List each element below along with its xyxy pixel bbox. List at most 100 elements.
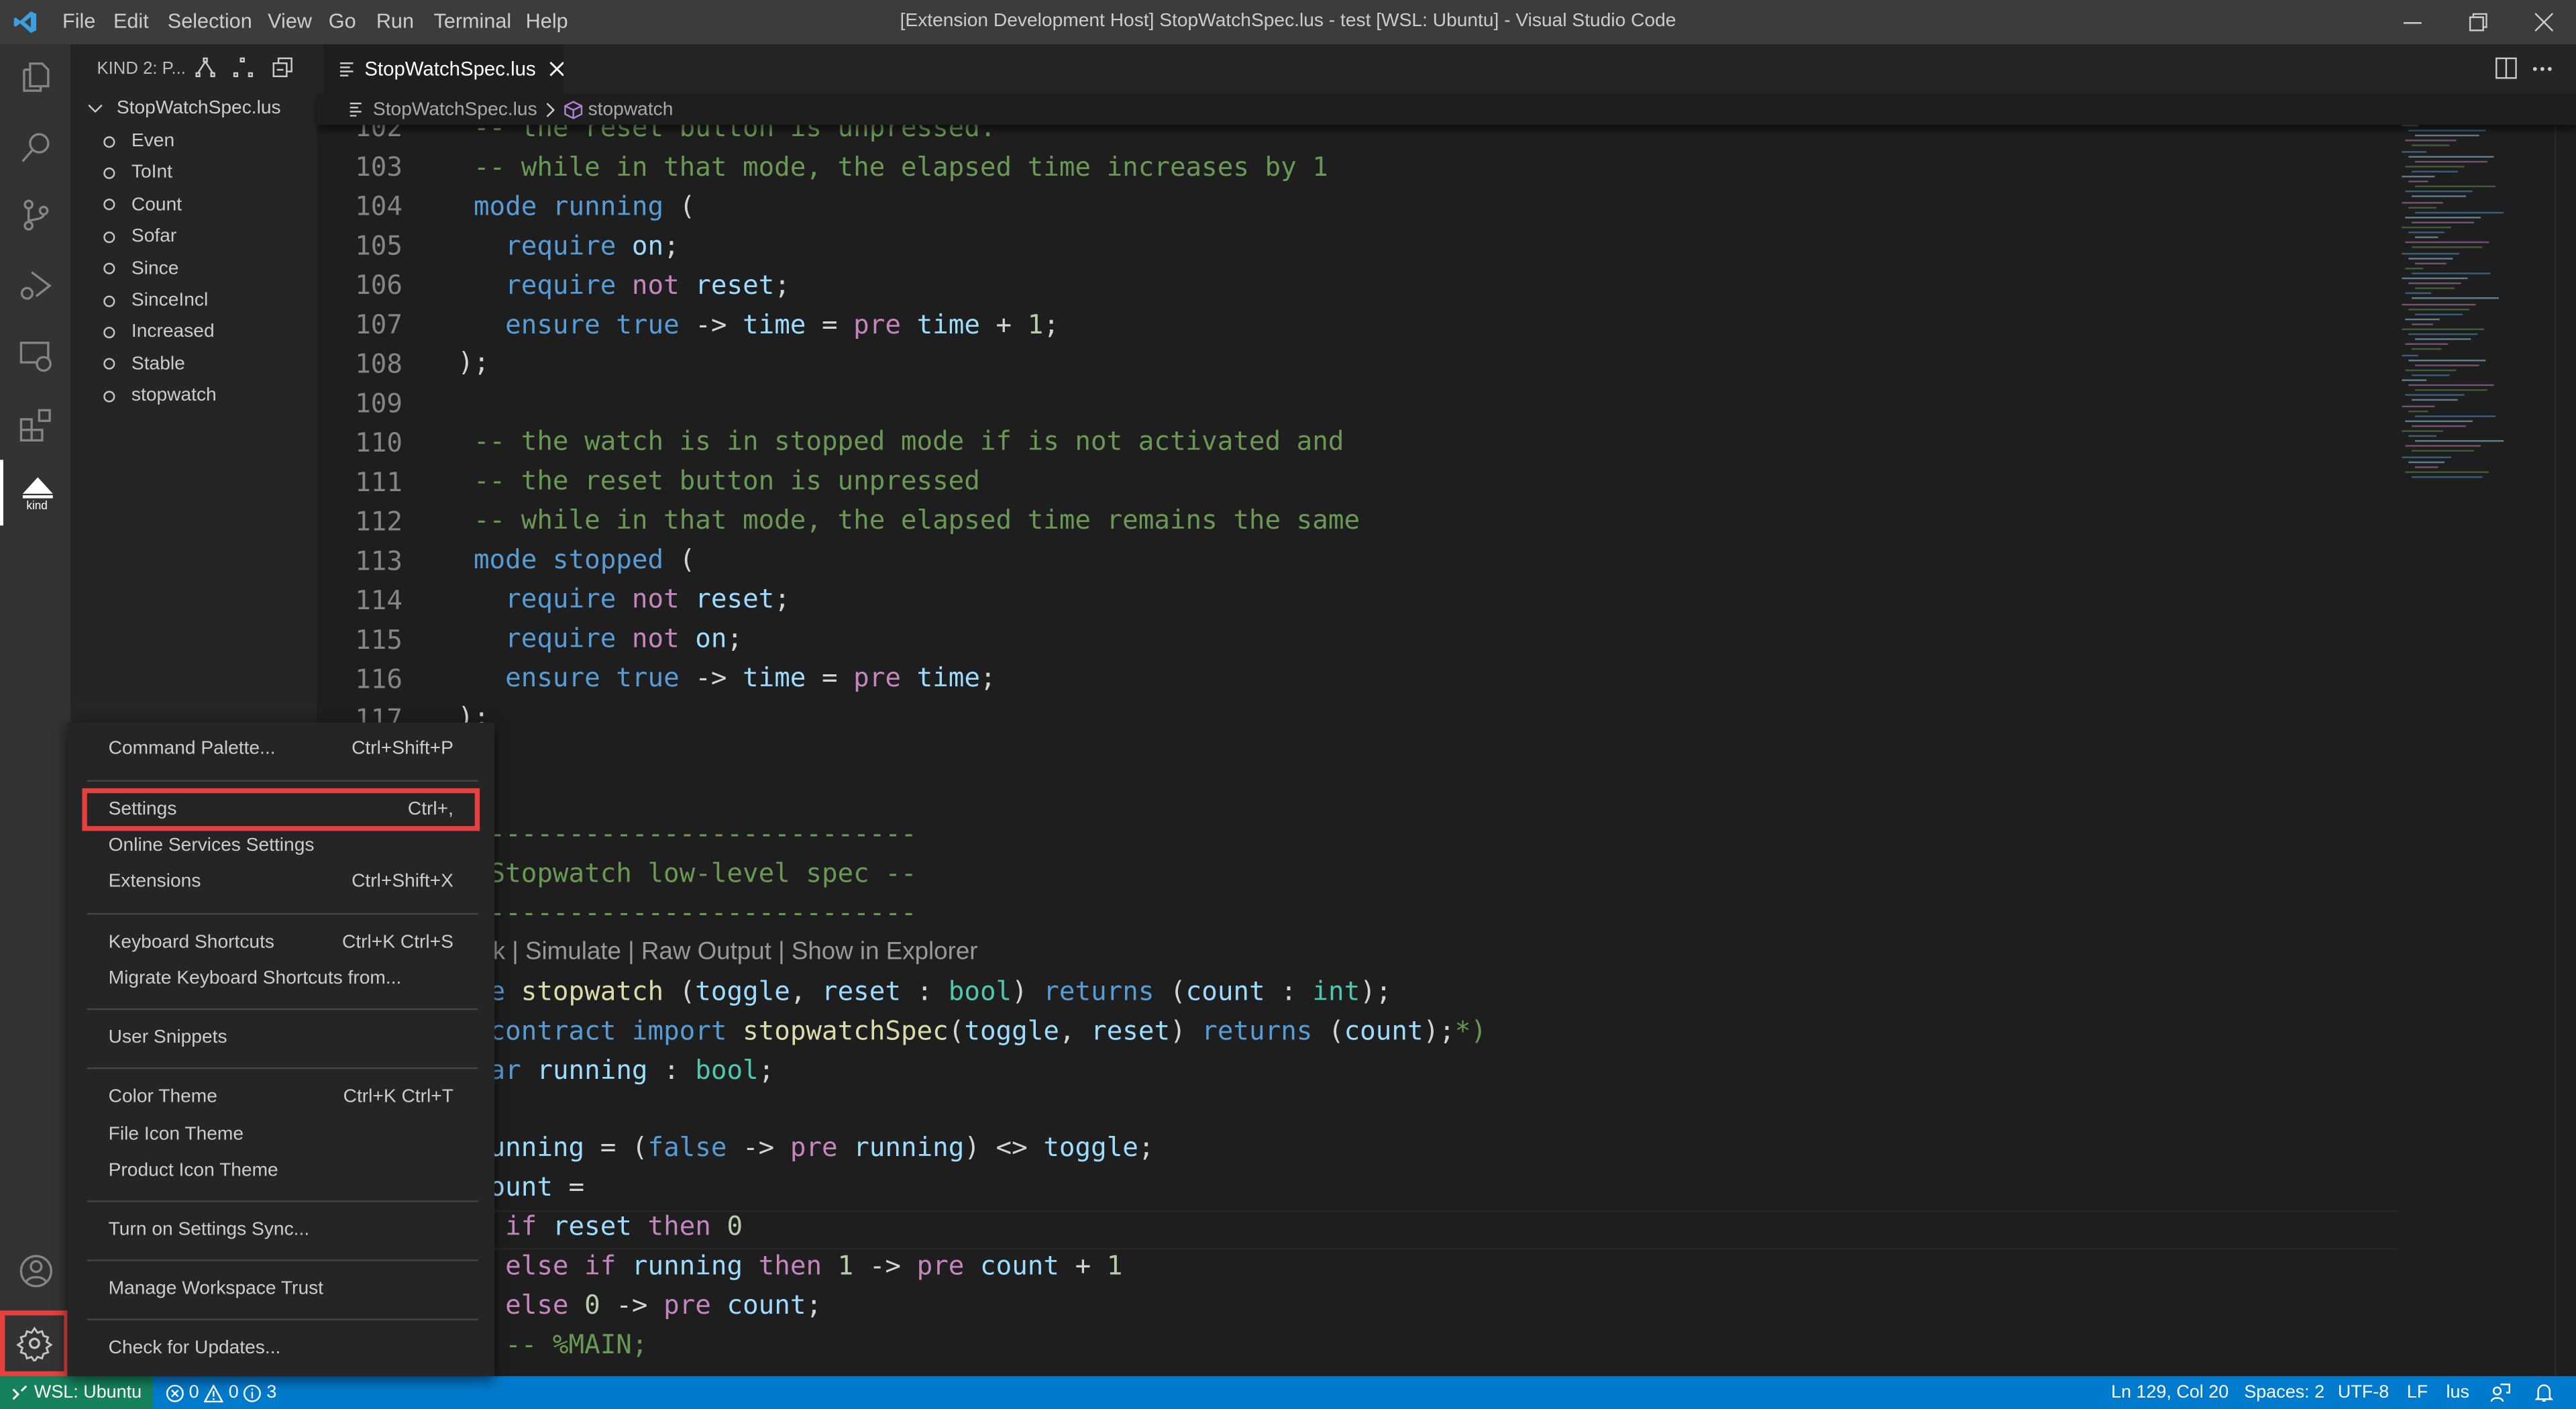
- breadcrumb-file[interactable]: StopWatchSpec.lus: [373, 99, 537, 119]
- indentation[interactable]: Spaces: 2: [2244, 1376, 2324, 1409]
- minimap[interactable]: [2399, 125, 2555, 503]
- code-token: pre: [916, 1249, 965, 1282]
- activity-search[interactable]: [0, 115, 70, 180]
- end-of-line[interactable]: LF: [2407, 1376, 2428, 1409]
- code-line: require on;: [442, 226, 680, 266]
- tree-root-file[interactable]: StopWatchSpec.lus: [87, 99, 281, 118]
- activity-accounts[interactable]: [0, 1238, 70, 1304]
- activity-extensions[interactable]: [0, 393, 70, 458]
- line-number: 103: [355, 151, 403, 182]
- menu-item[interactable]: Product Icon Theme: [87, 1155, 475, 1188]
- menu-item[interactable]: Extensions Ctrl+Shift+X: [87, 866, 475, 898]
- activity-run-debug[interactable]: [0, 253, 70, 319]
- encoding[interactable]: UTF-8: [2338, 1376, 2389, 1409]
- code-editor[interactable]: 102 103 104 105 106 107 108 109 110 111 112 113 114 1…: [317, 125, 2576, 1377]
- tree-item[interactable]: Count: [103, 195, 182, 215]
- menu-view[interactable]: View: [268, 10, 312, 33]
- activity-remote-explorer[interactable]: [0, 323, 70, 389]
- code-token: else: [505, 1289, 569, 1320]
- menu-help[interactable]: Help: [526, 10, 568, 33]
- close-window-button[interactable]: [2510, 0, 2576, 44]
- menu-edit[interactable]: Edit: [113, 10, 149, 33]
- tree-item[interactable]: Stable: [103, 354, 185, 374]
- explorer-icon: [22, 62, 49, 92]
- tree-item[interactable]: Sofar: [103, 227, 176, 247]
- menu-item[interactable]: Settings Ctrl+,: [82, 788, 480, 831]
- language-mode[interactable]: lus: [2447, 1376, 2469, 1409]
- breadcrumb-symbol[interactable]: stopwatch: [588, 99, 674, 119]
- minimap-line: [2408, 180, 2428, 182]
- menu-item[interactable]: Keyboard Shortcuts Ctrl+K Ctrl+S: [87, 926, 475, 959]
- code-token: :: [900, 975, 949, 1006]
- tree-item[interactable]: Since: [103, 259, 178, 278]
- feedback-button[interactable]: [2490, 1376, 2511, 1409]
- minimize-button[interactable]: [2379, 0, 2445, 44]
- editor-scrollbar[interactable]: [2555, 125, 2576, 1377]
- notifications-button[interactable]: [2534, 1376, 2553, 1409]
- menu-file[interactable]: File: [62, 10, 95, 33]
- symbol-circle-icon: [103, 295, 115, 307]
- tree-item[interactable]: Even: [103, 132, 174, 151]
- tree-item[interactable]: stopwatch: [103, 386, 217, 407]
- minimap-line: [2408, 333, 2478, 335]
- code-token: then: [647, 1210, 711, 1242]
- menu-terminal[interactable]: Terminal: [434, 10, 512, 33]
- minimap-line: [2412, 221, 2475, 223]
- menu-selection[interactable]: Selection: [168, 10, 252, 33]
- menu-go[interactable]: Go: [329, 10, 356, 33]
- activity-bar: kind: [0, 44, 71, 1377]
- flat-view-icon[interactable]: [233, 57, 254, 78]
- menu-item[interactable]: Online Services Settings: [87, 829, 475, 862]
- cursor-position[interactable]: Ln 129, Col 20: [2111, 1376, 2229, 1409]
- minimap-line: [2402, 150, 2427, 152]
- minimap-line: [2408, 409, 2428, 412]
- activity-kind[interactable]: kind: [0, 460, 70, 526]
- minimap-line: [2402, 328, 2484, 330]
- collapse-all-icon[interactable]: [272, 57, 292, 78]
- remote-indicator[interactable]: WSL: Ubuntu: [0, 1376, 153, 1409]
- more-actions-icon[interactable]: [2532, 66, 2553, 72]
- problems-indicator[interactable]: 0 0 3: [166, 1376, 276, 1409]
- line-number: 112: [355, 505, 403, 537]
- error-icon: [166, 1384, 184, 1402]
- menu-item[interactable]: Color Theme Ctrl+K Ctrl+T: [87, 1081, 475, 1114]
- activity-explorer[interactable]: [0, 44, 70, 110]
- tab-stopwatchspec[interactable]: StopWatchSpec.lus: [323, 44, 564, 94]
- codelens-actions[interactable]: k | Simulate | Raw Output | Show in Expl…: [493, 933, 978, 972]
- menu-run[interactable]: Run: [376, 10, 414, 33]
- code-token: toggle: [964, 1014, 1059, 1046]
- menu-item[interactable]: Migrate Keyboard Shortcuts from...: [87, 962, 475, 995]
- restore-button[interactable]: [2445, 0, 2510, 44]
- tree-item-label: Even: [131, 131, 175, 152]
- activity-source-control[interactable]: [0, 182, 70, 248]
- code-token: not: [631, 268, 680, 300]
- close-tab-icon[interactable]: [549, 61, 564, 77]
- warning-icon: [203, 1384, 224, 1402]
- tree-item[interactable]: SinceIncl: [103, 291, 208, 311]
- hierarchy-icon[interactable]: [195, 57, 215, 78]
- tree-item[interactable]: ToInt: [103, 163, 172, 183]
- source-control-icon: [23, 199, 48, 231]
- minimap-line: [2408, 282, 2461, 284]
- line-number: 110: [355, 427, 403, 458]
- menu-item[interactable]: Command Palette... Ctrl+Shift+P: [87, 733, 475, 766]
- code-line: e stopwatch (toggle, reset : bool) retur…: [442, 972, 1392, 1011]
- menu-item[interactable]: User Snippets: [87, 1021, 475, 1054]
- code-line: require not reset;: [442, 266, 790, 305]
- menu-item[interactable]: File Icon Theme: [87, 1118, 475, 1151]
- menu-item[interactable]: Turn on Settings Sync...: [87, 1214, 475, 1247]
- menu-item[interactable]: Check for Updates...: [87, 1332, 475, 1365]
- menu-item[interactable]: Manage Workspace Trust: [87, 1273, 475, 1306]
- split-editor-icon[interactable]: [2496, 57, 2517, 79]
- tree-item-label: stopwatch: [131, 386, 217, 407]
- manage-gear-button[interactable]: [0, 1310, 69, 1377]
- tree-item[interactable]: Increased: [103, 323, 215, 342]
